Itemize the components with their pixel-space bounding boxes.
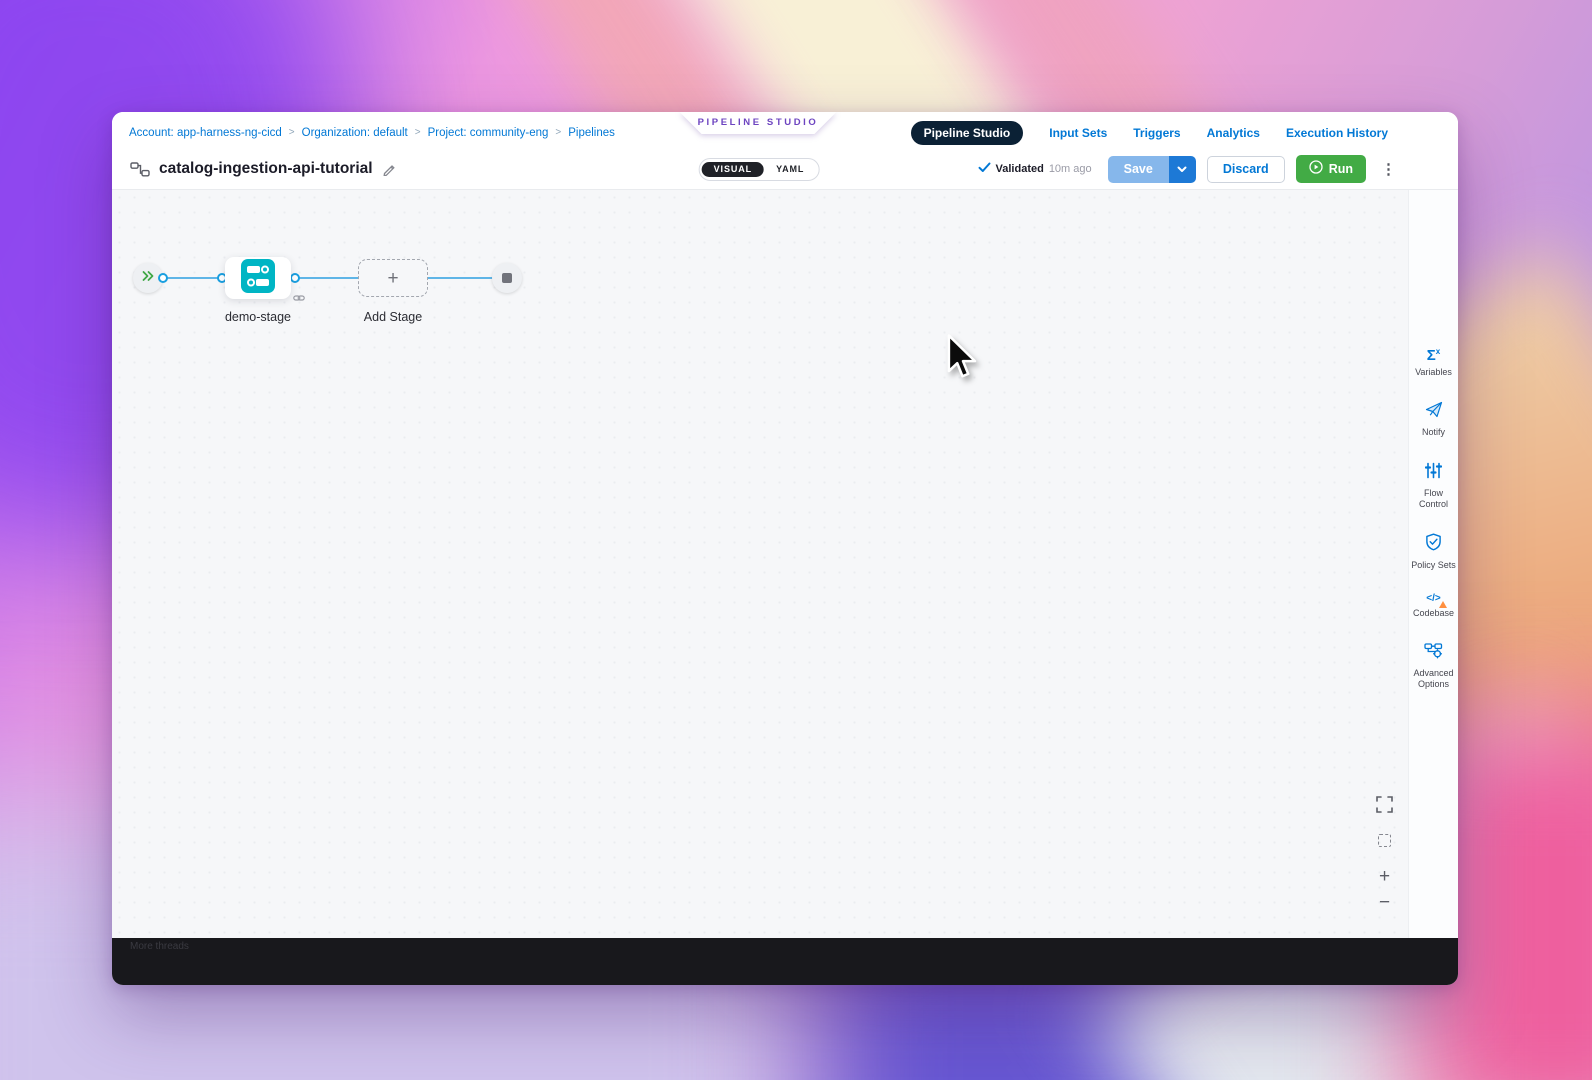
sidebar-item-label: Variables [1415,367,1452,378]
title-group: catalog-ingestion-api-tutorial [130,160,396,178]
pipeline-graph-icon [130,162,150,177]
sidebar-item-label: Policy Sets [1411,560,1456,571]
toolbar-actions: Validated 10m ago Save Discard [978,155,1396,183]
pipeline-connector-line [148,277,507,279]
edit-pencil-icon[interactable] [382,162,396,176]
app-window: Account: app-harness-ng-cicd > Organizat… [112,112,1458,985]
toggle-visual[interactable]: VISUAL [702,162,764,177]
pipeline-end-node[interactable] [492,263,522,293]
check-icon [978,160,991,178]
add-stage-button[interactable]: + [358,259,428,297]
paper-plane-icon [1425,401,1443,423]
footer-ghost-text: More threads [130,941,189,952]
tab-pipeline-studio[interactable]: Pipeline Studio [911,121,1024,145]
kebab-menu-icon[interactable]: ⋮ [1381,162,1396,177]
sidebar-item-flow-control[interactable]: Flow Control [1410,462,1458,511]
header: Account: app-harness-ng-cicd > Organizat… [112,112,1458,190]
sidebar-item-label: Advanced Options [1410,668,1458,691]
right-toolbar: Σx Variables Notify Flow Control [1408,190,1458,938]
tab-analytics[interactable]: Analytics [1207,126,1260,140]
connector-endpoint [290,273,300,283]
stage-icon [241,259,275,298]
stage-label: demo-stage [188,310,328,324]
sidebar-item-policy-sets[interactable]: Policy Sets [1410,533,1458,571]
breadcrumb-organization[interactable]: Organization: default [302,127,408,139]
canvas-controls: + − [1376,796,1393,912]
link-icon [293,289,305,307]
window-footer-bar: More threads [112,938,1458,985]
connector-endpoint [158,273,168,283]
zoom-out-button[interactable]: − [1379,893,1390,912]
run-play-icon [1309,160,1323,178]
sidebar-item-notify[interactable]: Notify [1410,401,1458,438]
breadcrumb: Account: app-harness-ng-cicd > Organizat… [129,127,615,139]
sidebar-item-label: Notify [1422,427,1445,438]
stage-node-demo-stage[interactable] [225,257,291,299]
save-button[interactable]: Save [1108,156,1169,183]
chevron-down-icon [1177,160,1187,178]
toggle-yaml[interactable]: YAML [764,162,816,177]
save-options-button[interactable] [1169,156,1196,183]
sidebar-item-advanced-options[interactable]: Advanced Options [1410,643,1458,691]
toolbar-row: catalog-ingestion-api-tutorial VISUAL YA… [112,149,1458,189]
breadcrumb-separator: > [289,127,295,138]
validation-status: Validated 10m ago [978,160,1092,178]
tab-triggers[interactable]: Triggers [1133,126,1180,140]
sidebar-item-codebase[interactable]: </> Codebase [1410,594,1458,619]
pipeline-studio-badge-label: PIPELINE STUDIO [680,112,837,134]
sidebar-item-label: Codebase [1413,608,1454,619]
breadcrumb-separator: > [415,127,421,138]
validated-time: 10m ago [1049,163,1092,175]
validated-label: Validated [996,163,1044,175]
view-mode-toggle: VISUAL YAML [699,158,820,181]
pipeline-canvas[interactable]: + demo-stage Add Stage + − [112,190,1408,938]
code-warning-icon: </> [1426,594,1440,604]
breadcrumb-separator: > [555,127,561,138]
stop-square-icon [502,273,512,283]
pipeline-studio-badge: PIPELINE STUDIO [680,112,837,134]
sidebar-item-label: Flow Control [1410,488,1458,511]
add-stage-label: Add Stage [323,310,463,324]
discard-button[interactable]: Discard [1207,156,1285,183]
plus-icon: + [387,269,398,288]
run-button-label: Run [1329,162,1353,177]
top-nav-tabs: Pipeline Studio Input Sets Triggers Anal… [911,121,1388,145]
fullscreen-icon[interactable] [1376,796,1393,813]
run-button[interactable]: Run [1296,155,1366,183]
breadcrumb-pipelines[interactable]: Pipelines [568,127,615,139]
tab-input-sets[interactable]: Input Sets [1049,126,1107,140]
network-gear-icon [1424,643,1443,664]
page-title: catalog-ingestion-api-tutorial [159,160,373,178]
sliders-icon [1425,462,1442,484]
sigma-x-icon: Σx [1427,348,1440,363]
tab-execution-history[interactable]: Execution History [1286,126,1388,140]
zoom-in-button[interactable]: + [1379,867,1390,886]
breadcrumb-project[interactable]: Project: community-eng [428,127,549,139]
shield-check-icon [1425,533,1442,556]
sidebar-item-variables[interactable]: Σx Variables [1410,348,1458,378]
save-button-group: Save [1108,156,1196,183]
start-play-icon [141,269,155,287]
breadcrumb-account[interactable]: Account: app-harness-ng-cicd [129,127,282,139]
mouse-cursor [946,334,980,387]
canvas-frame-icon[interactable] [1378,834,1391,847]
